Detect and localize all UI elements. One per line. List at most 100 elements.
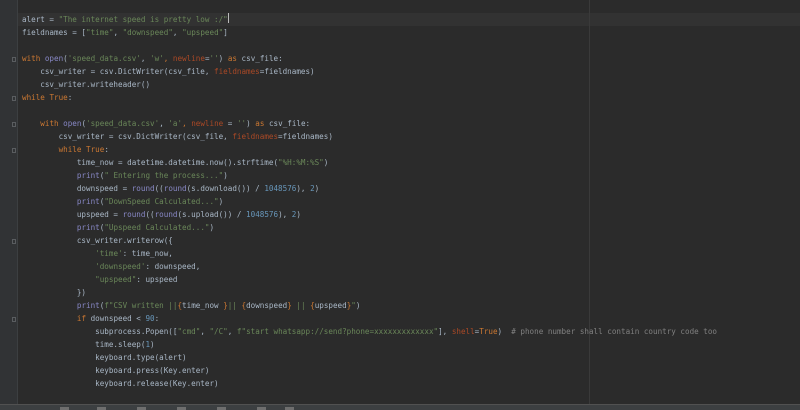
code-token: while [22,93,50,102]
code-token: fieldnames [214,67,260,76]
code-token: print [76,301,100,310]
code-token: "DownSpeed Calculated..." [104,197,219,206]
code-editor[interactable]: alert = "The internet speed is pretty lo… [0,0,800,410]
code-token: 'speed_data.csv' [67,54,141,63]
code-token: if [76,314,91,323]
code-token: "Upspeed Calculated..." [104,223,210,232]
code-token: f"CSV written || [104,301,178,310]
code-token: csv_file: [241,54,283,63]
code-token: || [291,301,311,310]
code-token: : downspeed, [145,262,201,271]
code-token: ) [246,119,256,128]
code-token: ) [150,340,155,349]
code-line[interactable]: upspeed = round((round(s.upload()) / 104… [22,208,301,221]
code-token: csv_writer = csv.DictWriter(csv_file, [22,67,215,76]
code-line[interactable]: csv_writer.writerow({ [22,234,173,247]
code-line[interactable]: while True: [22,143,109,156]
code-token: print [76,171,100,180]
code-line[interactable]: time_now = datetime.datetime.now().strft… [22,156,328,169]
code-token: "upspeed" [95,275,137,284]
code-token: "time" [86,28,114,37]
code-token: upspeed = [22,210,123,219]
code-token: with [40,119,64,128]
code-token: ], [438,327,452,336]
code-token: # phone number shall contain country cod… [502,327,718,336]
code-token: open [63,119,82,128]
code-token: time_now = datetime.datetime.now().strft… [22,158,279,167]
fold-marker-inner-while[interactable] [12,148,16,153]
code-token: print [76,223,100,232]
fold-marker-with-open[interactable] [12,57,16,62]
code-token: " Entering the process..." [104,171,224,180]
code-line[interactable]: print("Upspeed Calculated...") [22,221,214,234]
code-token: "/C" [209,327,228,336]
code-line[interactable]: with open('speed_data.csv', 'a', newline… [22,117,310,130]
code-token: ), [278,210,292,219]
right-margin-guide [589,0,590,404]
code-line[interactable]: "upspeed": upspeed [22,273,177,286]
code-token: }) [22,288,87,297]
code-line[interactable]: print(f"CSV written ||{time_now }|| {dow… [22,299,361,312]
code-line[interactable]: print(" Entering the process...") [22,169,228,182]
code-token: keyboard.release(Key.enter) [22,379,219,388]
code-token: ) [218,197,224,206]
code-token: : time_now, [122,249,173,258]
code-token: fieldnames = [ [22,28,87,37]
code-line[interactable]: fieldnames = ["time", "downspeed", "upsp… [22,26,228,39]
code-token: while [58,145,87,154]
fold-marker-while[interactable] [12,96,16,101]
code-token: : upspeed [136,275,178,284]
code-token: ) [209,223,215,232]
code-line[interactable]: }) [22,286,86,299]
code-token: open [44,54,64,63]
code-line[interactable]: print("DownSpeed Calculated...") [22,195,223,208]
code-line[interactable]: keyboard.type(alert) [22,351,186,364]
code-token: f"start whatsapp://send?phone=xxxxxxxxxx… [236,327,439,336]
code-token: csv_writer.writeheader() [22,80,151,89]
code-token: "%H:%M:%S" [278,158,324,167]
code-token: =fieldnames) [278,132,333,141]
code-line[interactable]: alert = "The internet speed is pretty lo… [22,13,229,26]
code-token: ) [355,301,361,310]
code-token: ), [296,184,311,193]
code-line[interactable]: if downspeed < 90: [22,312,159,325]
code-token: time_now [182,301,224,310]
code-line[interactable]: csv_writer.writeheader() [22,78,150,91]
code-line[interactable]: time.sleep(1) [22,338,155,351]
code-line[interactable]: 'downspeed': downspeed, [22,260,200,273]
code-token: ) [218,54,228,63]
code-line[interactable]: with open('speed_data.csv', 'w', newline… [22,52,283,65]
code-line[interactable]: 'time': time_now, [22,247,173,260]
code-line[interactable]: downspeed = round((round(s.download()) /… [22,182,319,195]
code-token: 'downspeed' [95,262,146,271]
code-token: round [154,210,178,219]
code-token: : [104,145,109,154]
code-token: =fieldnames) [259,67,315,76]
code-token: , [182,119,192,128]
code-line[interactable]: csv_writer = csv.DictWriter(csv_file, fi… [22,65,315,78]
code-token: time.sleep( [22,340,146,349]
code-token: (s.download()) / [186,184,265,193]
code-token: downspeed < [90,314,146,323]
code-token: (( [145,210,155,219]
code-token: alert = [22,15,59,24]
fold-marker-if[interactable] [12,317,16,322]
code-line[interactable]: csv_writer = csv.DictWriter(csv_file, fi… [22,130,333,143]
code-token: with [22,54,45,63]
code-line[interactable]: keyboard.release(Key.enter) [22,377,219,390]
code-token: downspeed [246,301,288,310]
code-token: True [86,145,105,154]
code-token: || [227,301,242,310]
fold-marker-with-open-inner[interactable] [12,122,16,127]
fold-marker-writerow[interactable] [12,239,16,244]
code-line[interactable]: subprocess.Popen(["cmd", "/C", f"start w… [22,325,717,338]
code-line[interactable]: while True: [22,91,72,104]
code-token: "cmd" [177,327,201,336]
code-line[interactable]: keyboard.press(Key.enter) [22,364,209,377]
